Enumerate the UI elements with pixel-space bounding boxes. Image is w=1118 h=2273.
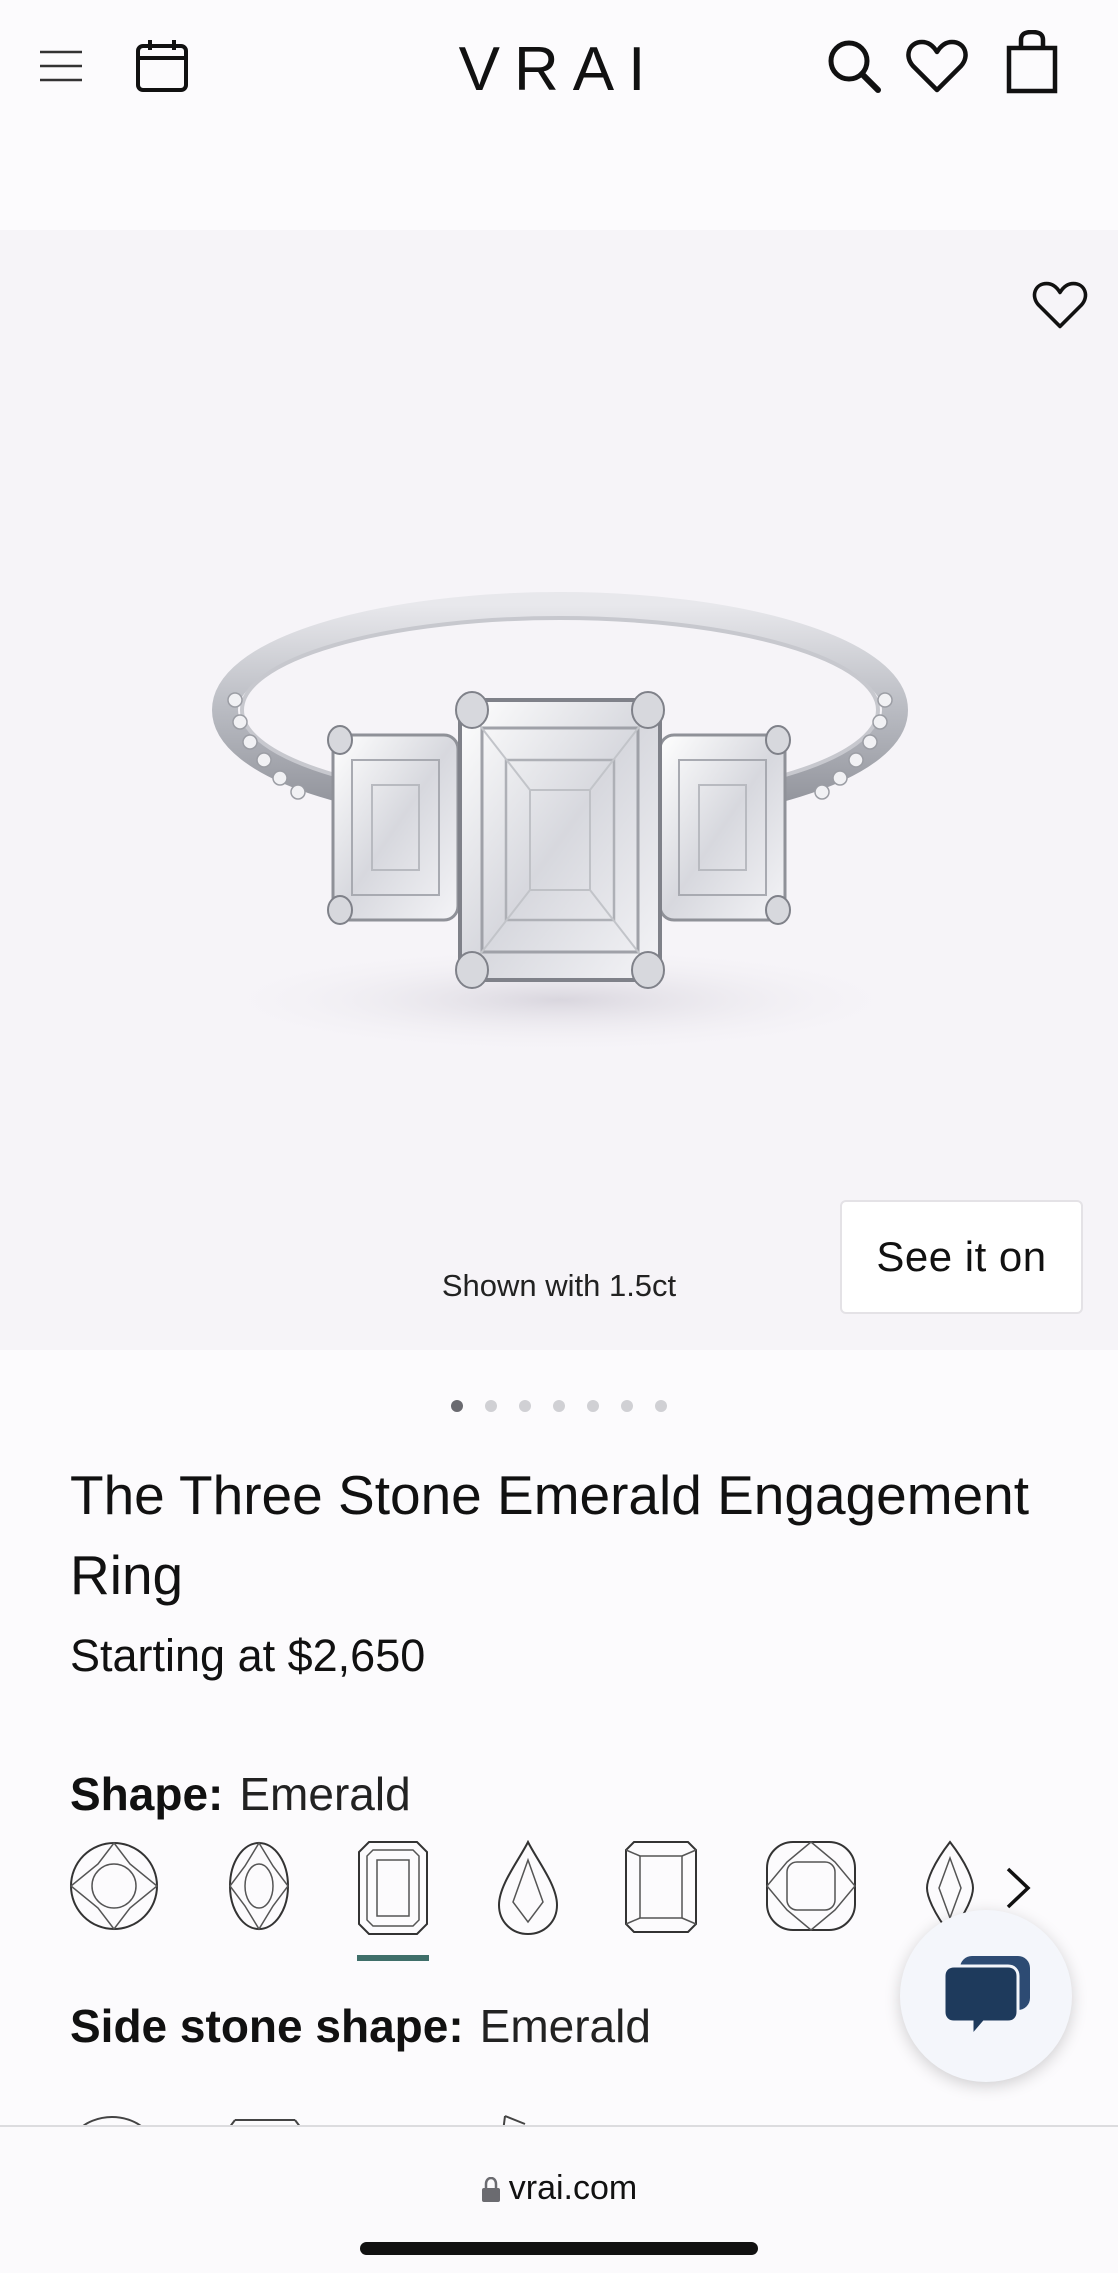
url-text: vrai.com xyxy=(508,2169,638,2207)
emerald-side-stone-icon[interactable] xyxy=(225,2116,305,2125)
side-stone-label: Side stone shape: xyxy=(70,2000,464,2052)
chat-bubbles-icon xyxy=(942,1956,1030,2040)
heart-icon[interactable] xyxy=(906,38,968,94)
pear-side-stone-icon[interactable] xyxy=(495,2112,555,2125)
radiant-shape-icon[interactable] xyxy=(624,1840,698,1934)
carousel-dot[interactable] xyxy=(451,1400,463,1412)
ring-image xyxy=(200,592,920,1055)
emerald-shape-icon[interactable] xyxy=(357,1840,429,1936)
carousel-dot[interactable] xyxy=(553,1400,565,1412)
chevron-right-icon[interactable] xyxy=(1000,1865,1036,1911)
home-indicator[interactable] xyxy=(360,2242,758,2255)
search-icon[interactable] xyxy=(826,38,882,94)
oval-shape-icon[interactable] xyxy=(228,1840,290,1932)
carousel-dot[interactable] xyxy=(519,1400,531,1412)
side-stone-value: Emerald xyxy=(479,2000,651,2052)
url-bar[interactable]: vrai.com xyxy=(0,2169,1118,2208)
see-it-on-button[interactable]: See it on xyxy=(840,1200,1083,1314)
site-header: VRAI xyxy=(0,0,1118,230)
carousel-dot[interactable] xyxy=(587,1400,599,1412)
lock-icon xyxy=(481,2177,500,2203)
browser-address-bar: vrai.com xyxy=(0,2125,1118,2273)
shape-label: Shape: xyxy=(70,1768,224,1820)
carousel-dot[interactable] xyxy=(655,1400,667,1412)
product-title: The Three Stone Emerald Engagement Ring xyxy=(70,1464,1030,1606)
shape-label-row: Shape: Emerald xyxy=(70,1767,411,1821)
chat-button[interactable] xyxy=(900,1910,1072,2082)
round-shape-icon[interactable] xyxy=(68,1840,160,1932)
product-image-gallery[interactable]: Shown with 1.5ct See it on xyxy=(0,230,1118,1350)
product-price: Starting at $2,650 xyxy=(70,1630,426,1681)
pear-shape-icon[interactable] xyxy=(497,1840,559,1936)
shape-value: Emerald xyxy=(239,1768,411,1820)
selected-shape-indicator xyxy=(357,1955,429,1961)
carousel-pagination xyxy=(0,1400,1118,1412)
carousel-dot[interactable] xyxy=(485,1400,497,1412)
wishlist-heart-icon[interactable] xyxy=(1032,280,1088,330)
cushion-shape-icon[interactable] xyxy=(765,1840,857,1932)
side-stone-label-row: Side stone shape: Emerald xyxy=(70,1999,651,2053)
carousel-dot[interactable] xyxy=(621,1400,633,1412)
side-stone-selector xyxy=(0,2110,1118,2125)
round-side-stone-icon[interactable] xyxy=(72,2115,152,2125)
shopping-bag-icon[interactable] xyxy=(1006,30,1058,94)
